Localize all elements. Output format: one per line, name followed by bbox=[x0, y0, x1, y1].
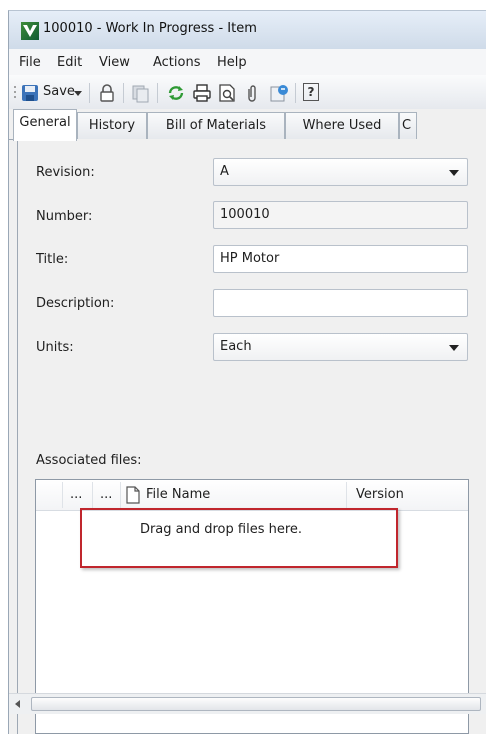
revision-dropdown[interactable]: A bbox=[213, 158, 468, 186]
toolbar-separator bbox=[123, 83, 124, 103]
title-input[interactable]: HP Motor bbox=[213, 245, 468, 273]
number-label: Number: bbox=[36, 209, 93, 224]
number-value: 100010 bbox=[220, 207, 270, 222]
menu-help[interactable]: Help bbox=[217, 55, 247, 70]
drop-zone-highlight bbox=[80, 508, 398, 568]
print-preview-icon[interactable] bbox=[217, 83, 237, 103]
toolbar-separator bbox=[295, 83, 296, 103]
print-icon[interactable] bbox=[192, 83, 212, 103]
horizontal-scrollbar[interactable] bbox=[9, 693, 486, 714]
units-dropdown[interactable]: Each bbox=[213, 333, 468, 361]
scroll-left-icon[interactable] bbox=[15, 700, 20, 708]
toolbar-grip-icon bbox=[14, 86, 16, 98]
general-panel: Revision: A Number: 100010 Title: HP Mot… bbox=[17, 139, 486, 734]
title-bar[interactable]: 100010 - Work In Progress - Item bbox=[9, 11, 486, 49]
toolbar-separator bbox=[157, 83, 158, 103]
number-field[interactable]: 100010 bbox=[213, 201, 468, 229]
lock-icon[interactable] bbox=[99, 83, 115, 103]
help-icon[interactable]: ? bbox=[303, 83, 319, 101]
toolbar: Save ? bbox=[9, 75, 486, 110]
window-title: 100010 - Work In Progress - Item bbox=[43, 21, 257, 36]
tab-bar: General History Bill of Materials Where … bbox=[9, 109, 486, 141]
units-label: Units: bbox=[36, 340, 74, 355]
properties-icon[interactable] bbox=[269, 83, 289, 103]
revision-value: A bbox=[220, 164, 229, 179]
chevron-down-icon bbox=[449, 345, 459, 351]
tab-bill-of-materials[interactable]: Bill of Materials bbox=[147, 112, 285, 139]
units-value: Each bbox=[220, 339, 252, 354]
column-divider bbox=[120, 482, 121, 508]
column-divider bbox=[346, 482, 347, 508]
column-divider bbox=[62, 482, 63, 508]
tab-where-used[interactable]: Where Used bbox=[285, 112, 399, 139]
title-label: Title: bbox=[36, 252, 69, 267]
menu-edit[interactable]: Edit bbox=[57, 55, 82, 70]
dropdown-arrow-icon[interactable] bbox=[74, 91, 82, 96]
menu-bar: File Edit View Actions Help bbox=[9, 49, 486, 75]
attach-icon[interactable] bbox=[245, 83, 259, 103]
chevron-down-icon bbox=[449, 170, 459, 176]
copy-icon[interactable] bbox=[131, 83, 149, 103]
scroll-thumb[interactable] bbox=[31, 697, 481, 711]
app-logo-icon bbox=[21, 22, 39, 40]
revision-label: Revision: bbox=[36, 165, 95, 180]
title-value: HP Motor bbox=[220, 251, 280, 266]
column-header-1[interactable]: ... bbox=[70, 480, 82, 510]
description-input[interactable] bbox=[213, 289, 468, 317]
tab-history[interactable]: History bbox=[77, 112, 147, 139]
save-label: Save bbox=[43, 84, 75, 99]
description-label: Description: bbox=[36, 296, 115, 311]
refresh-icon[interactable] bbox=[166, 83, 186, 103]
associated-files-label: Associated files: bbox=[36, 453, 142, 468]
menu-file[interactable]: File bbox=[19, 55, 41, 70]
tab-general[interactable]: General bbox=[13, 109, 77, 141]
save-button[interactable]: Save bbox=[21, 83, 83, 103]
grid-header: ... ... File Name Version bbox=[36, 480, 468, 511]
tab-overflow[interactable]: C bbox=[399, 112, 417, 139]
column-header-file-name[interactable]: File Name bbox=[146, 480, 210, 510]
toolbar-separator bbox=[89, 83, 90, 103]
item-window: 100010 - Work In Progress - Item File Ed… bbox=[8, 10, 486, 734]
column-divider bbox=[92, 482, 93, 508]
save-icon bbox=[22, 85, 38, 101]
column-header-2[interactable]: ... bbox=[100, 480, 112, 510]
menu-view[interactable]: View bbox=[99, 55, 130, 70]
menu-actions[interactable]: Actions bbox=[153, 55, 201, 70]
column-header-version[interactable]: Version bbox=[356, 480, 404, 510]
